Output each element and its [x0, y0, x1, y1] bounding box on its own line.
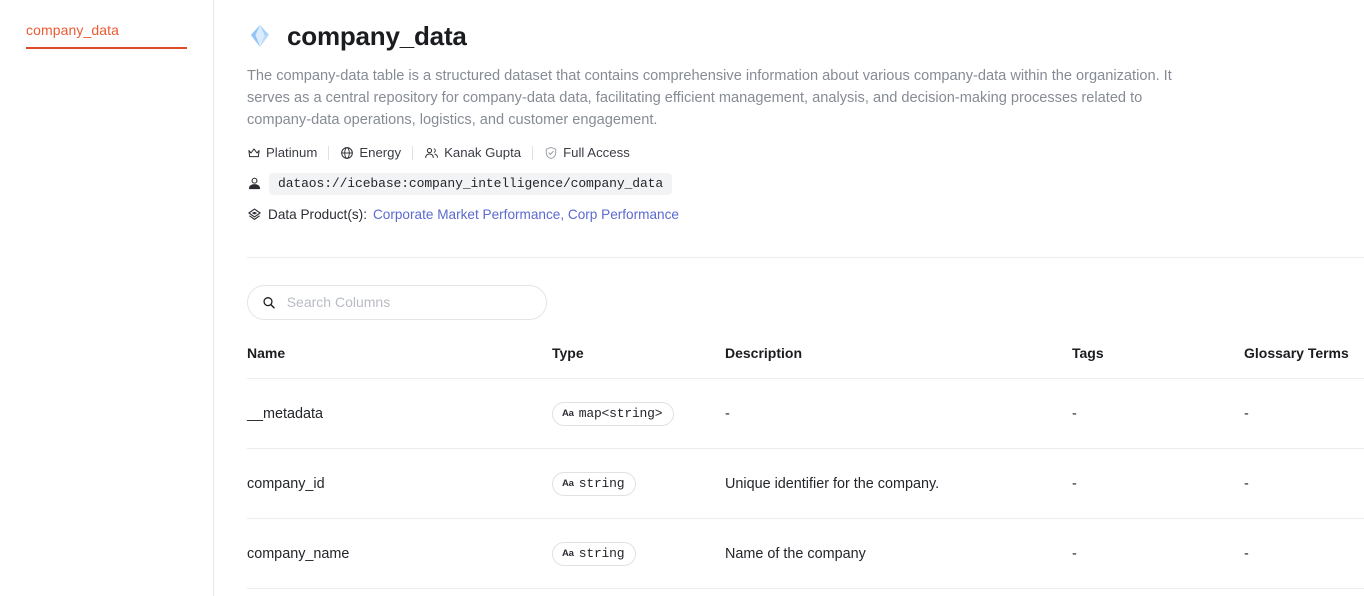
type-badge-label: string	[578, 475, 625, 491]
meta-owner[interactable]: Kanak Gupta	[413, 144, 532, 162]
cell-column-name: __metadata	[247, 378, 552, 449]
page-title: company_data	[287, 21, 467, 51]
table-row[interactable]: __metadata Aa map<string> - - -	[247, 378, 1364, 449]
type-format-icon: Aa	[562, 548, 574, 560]
meta-tier[interactable]: Platinum	[247, 144, 328, 162]
meta-tier-label: Platinum	[266, 145, 318, 161]
type-badge: Aa string	[552, 541, 637, 566]
uri-row: dataos://icebase:company_intelligence/co…	[247, 172, 1364, 195]
column-header-description: Description	[725, 344, 1072, 379]
data-product-row: Data Product(s): Corporate Market Perfor…	[247, 207, 1364, 222]
main-panel: company_data The company-data table is a…	[214, 0, 1364, 596]
table-description: The company-data table is a structured d…	[247, 67, 1172, 128]
sidebar-item-company-data[interactable]: company_data	[26, 16, 187, 49]
cell-column-tags: -	[1072, 518, 1244, 589]
shield-check-icon	[545, 146, 557, 159]
data-product-links[interactable]: Corporate Market Performance, Corp Perfo…	[373, 207, 679, 222]
cell-column-type: Aa string	[552, 448, 725, 519]
table-row[interactable]: company_id Aa string Unique identifier f…	[247, 448, 1364, 519]
type-badge: Aa map<string>	[552, 401, 675, 426]
column-header-name-label: Name	[247, 344, 286, 361]
cell-column-description: Unique identifier for the company.	[725, 448, 1072, 519]
content-area: company_data The company-data table is a…	[214, 0, 1364, 596]
type-format-icon: Aa	[562, 478, 574, 490]
sort-icon[interactable]	[514, 345, 552, 360]
cell-column-glossary: -	[1244, 518, 1364, 589]
table-row[interactable]: company_name Aa string Name of the compa…	[247, 518, 1364, 589]
search-columns-box[interactable]	[247, 284, 547, 320]
users-icon	[425, 147, 438, 158]
cell-column-glossary: -	[1244, 378, 1364, 449]
cell-column-tags: -	[1072, 378, 1244, 449]
meta-owner-label: Kanak Gupta	[444, 145, 522, 161]
meta-row: Platinum Energy Kanak Gupta Full Access	[247, 144, 1364, 162]
globe-icon	[341, 146, 354, 159]
cell-column-glossary: -	[1244, 588, 1364, 596]
iceberg-icon	[251, 25, 269, 48]
cell-column-tags: -	[1072, 588, 1244, 596]
cell-column-type: Aa string	[552, 518, 725, 589]
cell-column-description: Industry in which the company operates	[725, 588, 1072, 596]
columns-table-body: __metadata Aa map<string> - - - company_…	[247, 378, 1364, 596]
meta-access-label: Full Access	[563, 145, 630, 161]
column-header-name[interactable]: Name	[247, 344, 552, 379]
type-format-icon: Aa	[562, 408, 574, 420]
cell-column-name: industry	[247, 588, 552, 596]
table-row[interactable]: industry Aa string Industry in which the…	[247, 588, 1364, 596]
cell-column-glossary: -	[1244, 448, 1364, 519]
dataset-uri[interactable]: dataos://icebase:company_intelligence/co…	[269, 172, 673, 195]
meta-domain[interactable]: Energy	[329, 144, 412, 162]
cell-column-description: Name of the company	[725, 518, 1072, 589]
column-header-type: Type	[552, 344, 725, 379]
app-root: company_data company_data The company-da…	[0, 0, 1364, 596]
table-header-row: Name Type Description Tags Glossary Term…	[247, 344, 1364, 379]
data-product-label: Data Product(s):	[268, 206, 367, 222]
address-icon	[248, 177, 261, 190]
meta-domain-label: Energy	[359, 145, 402, 161]
cell-column-name: company_name	[247, 518, 552, 589]
cell-column-description: -	[725, 378, 1072, 449]
search-icon	[263, 296, 275, 309]
cell-column-type: Aa map<string>	[552, 378, 725, 449]
sidebar: company_data	[0, 0, 214, 596]
cell-column-type: Aa string	[552, 588, 725, 596]
page-header: company_data	[247, 22, 1364, 51]
cell-column-name: company_id	[247, 448, 552, 519]
cell-column-tags: -	[1072, 448, 1244, 519]
search-input[interactable]	[284, 293, 532, 312]
type-badge: Aa string	[552, 471, 637, 496]
column-header-tags: Tags	[1072, 344, 1244, 379]
crown-icon	[248, 148, 260, 157]
columns-table: Name Type Description Tags Glossary Term…	[247, 344, 1364, 596]
type-badge-label: map<string>	[578, 405, 663, 421]
meta-access[interactable]: Full Access	[533, 144, 641, 162]
data-product-icon	[248, 208, 261, 220]
section-divider	[247, 256, 1364, 258]
type-badge-label: string	[578, 545, 625, 561]
column-header-glossary: Glossary Terms	[1244, 344, 1364, 379]
